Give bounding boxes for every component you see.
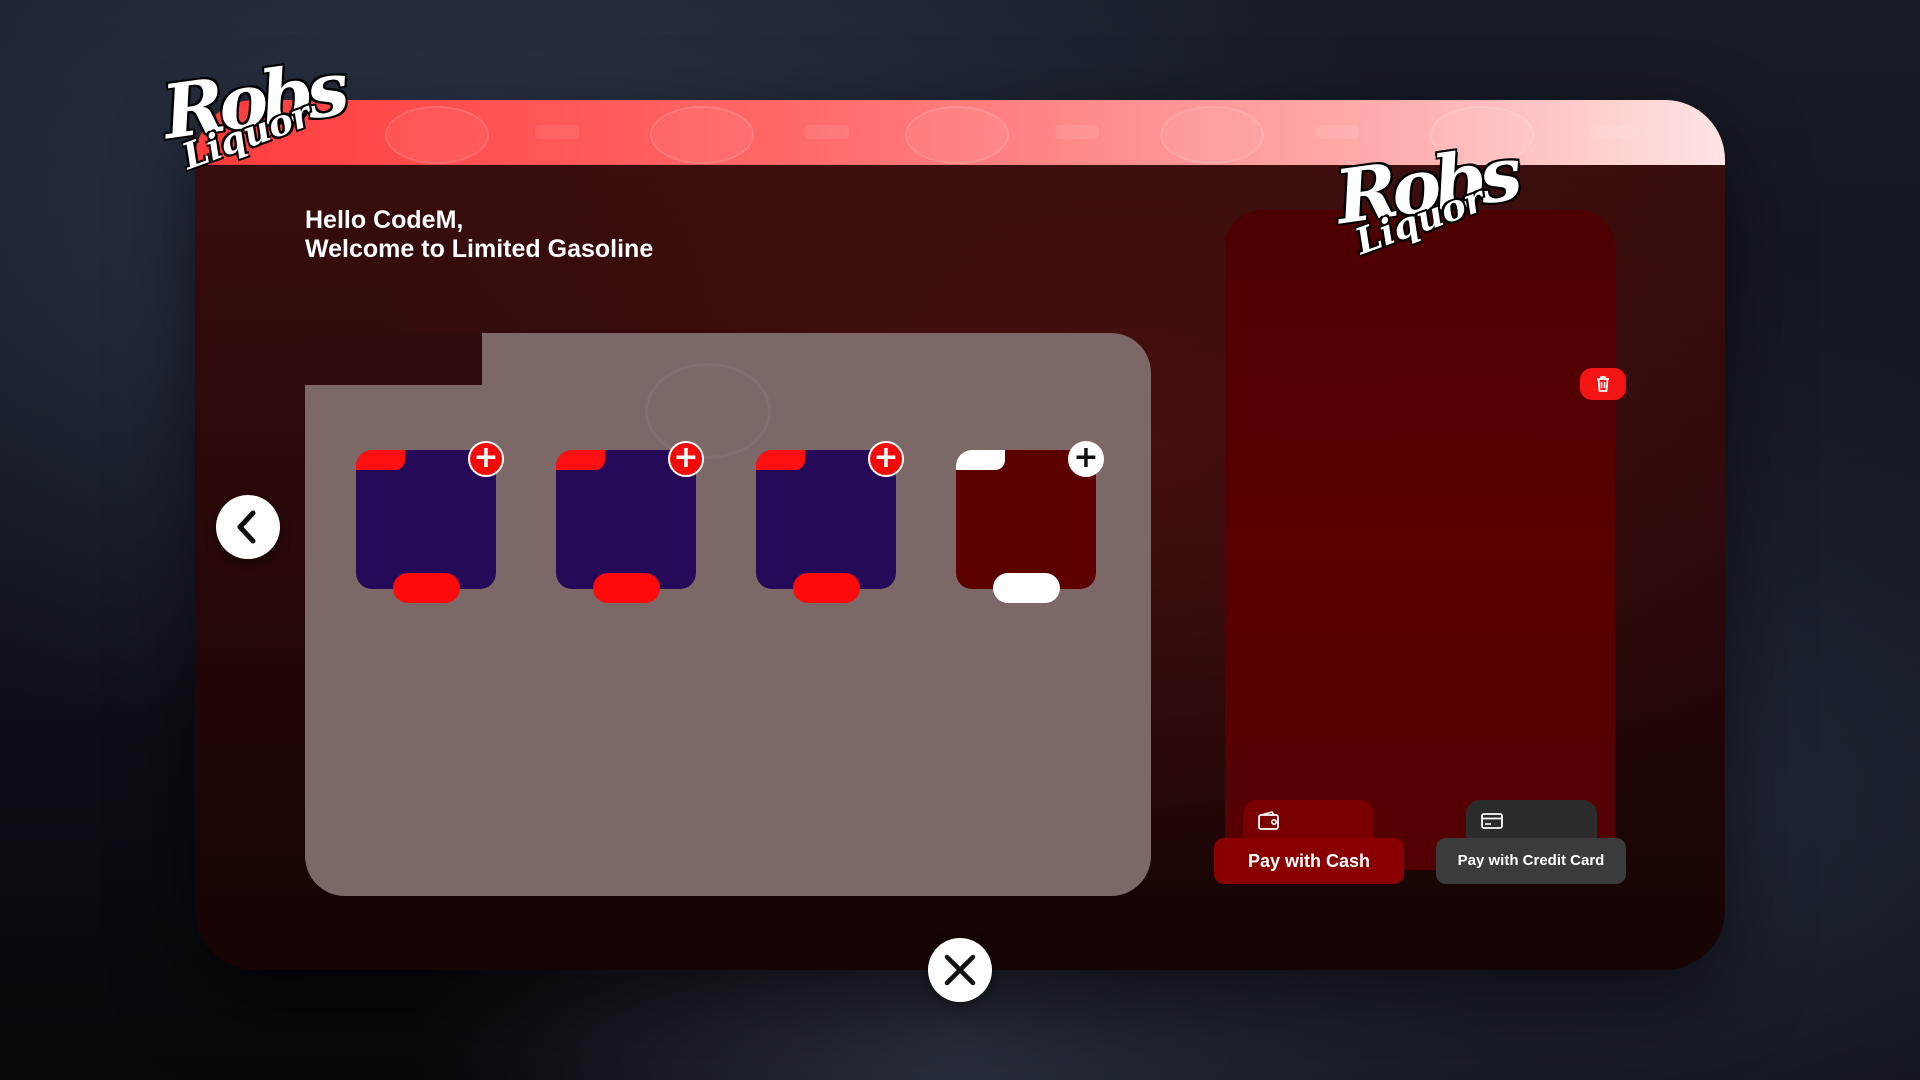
logo-watermark	[650, 106, 754, 164]
product-tag	[556, 450, 605, 470]
product-price-pill	[393, 573, 460, 603]
pay-with-cash-button[interactable]: Pay with Cash	[1214, 838, 1404, 884]
clear-cart-button[interactable]	[1580, 368, 1626, 400]
decorative-strip	[805, 125, 849, 139]
wallet-icon	[1258, 811, 1279, 830]
product-price-pill	[793, 573, 860, 603]
product-tag	[756, 450, 805, 470]
add-to-cart-button[interactable]: +	[468, 441, 504, 477]
cart-panel	[1225, 210, 1615, 870]
close-button[interactable]	[928, 938, 992, 1002]
add-to-cart-button[interactable]: +	[868, 441, 904, 477]
plus-icon: +	[873, 440, 899, 475]
product-price-pill	[993, 573, 1060, 603]
plus-icon: +	[673, 440, 699, 475]
product-tag	[356, 450, 405, 470]
greeting: Hello CodeM, Welcome to Limited Gasoline	[305, 206, 653, 264]
logo-watermark	[905, 106, 1009, 164]
logo-watermark	[385, 106, 489, 164]
decorative-strip	[1055, 125, 1099, 139]
decorative-strip	[535, 125, 579, 139]
chevron-left-icon	[237, 510, 256, 544]
add-to-cart-button[interactable]: +	[1068, 441, 1104, 477]
products-area	[305, 333, 1151, 896]
close-icon	[944, 954, 976, 986]
product-tag	[956, 450, 1005, 470]
back-button[interactable]	[216, 495, 280, 559]
add-to-cart-button[interactable]: +	[668, 441, 704, 477]
category-tab-notch	[305, 333, 482, 385]
plus-icon: +	[1073, 440, 1099, 475]
product-price-pill	[593, 573, 660, 603]
logo-watermark	[1160, 106, 1264, 164]
greeting-hello: Hello CodeM,	[305, 206, 464, 234]
decorative-strip	[1315, 125, 1359, 139]
greeting-welcome: Welcome to Limited Gasoline	[305, 235, 654, 263]
plus-icon: +	[473, 440, 499, 475]
trash-icon	[1597, 376, 1609, 392]
logo-watermark	[645, 363, 771, 459]
pay-with-card-button[interactable]: Pay with Credit Card	[1436, 838, 1626, 884]
credit-card-icon	[1481, 813, 1503, 829]
decorative-strip	[1590, 125, 1634, 139]
